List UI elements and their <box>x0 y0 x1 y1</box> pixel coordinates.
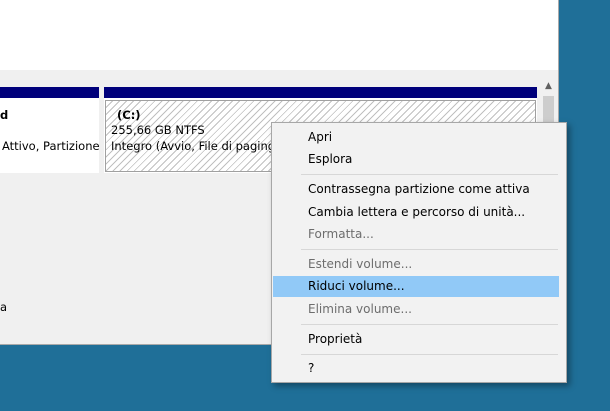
menu-item-change-drive-letter[interactable]: Cambia lettera e percorso di unità... <box>273 202 559 223</box>
menu-item-properties[interactable]: Proprietà <box>273 329 559 350</box>
menu-item-esplora[interactable]: Esplora <box>273 149 559 170</box>
partition-status: Attivo, Partizione <box>2 139 100 153</box>
menu-separator <box>301 249 558 250</box>
menu-item-delete-volume[interactable]: Elimina volume... <box>273 299 559 320</box>
menu-separator <box>301 324 558 325</box>
partition-name: d <box>0 108 9 122</box>
menu-separator <box>301 354 558 355</box>
partition-header-bar <box>104 87 537 98</box>
scroll-up-arrow-icon[interactable]: ▲ <box>540 78 557 94</box>
partition-header-bar <box>0 87 99 98</box>
partition-block-left[interactable]: d Attivo, Partizione <box>0 87 100 173</box>
partition-status: Integro (Avvio, File di paging, <box>111 139 279 153</box>
menu-separator <box>301 174 558 175</box>
menu-item-mark-active[interactable]: Contrassegna partizione come attiva <box>273 179 559 200</box>
volume-list-pane <box>0 0 559 71</box>
disk-legend-label: a <box>0 300 8 314</box>
context-menu: Apri Esplora Contrassegna partizione com… <box>271 122 567 383</box>
menu-item-apri[interactable]: Apri <box>273 127 559 148</box>
menu-item-shrink-volume[interactable]: Riduci volume... <box>273 276 559 297</box>
partition-size: 255,66 GB NTFS <box>111 123 205 137</box>
menu-item-help[interactable]: ? <box>273 358 559 379</box>
partition-name: (C:) <box>117 108 141 122</box>
menu-item-format[interactable]: Formatta... <box>273 224 559 245</box>
menu-item-extend-volume[interactable]: Estendi volume... <box>273 254 559 275</box>
